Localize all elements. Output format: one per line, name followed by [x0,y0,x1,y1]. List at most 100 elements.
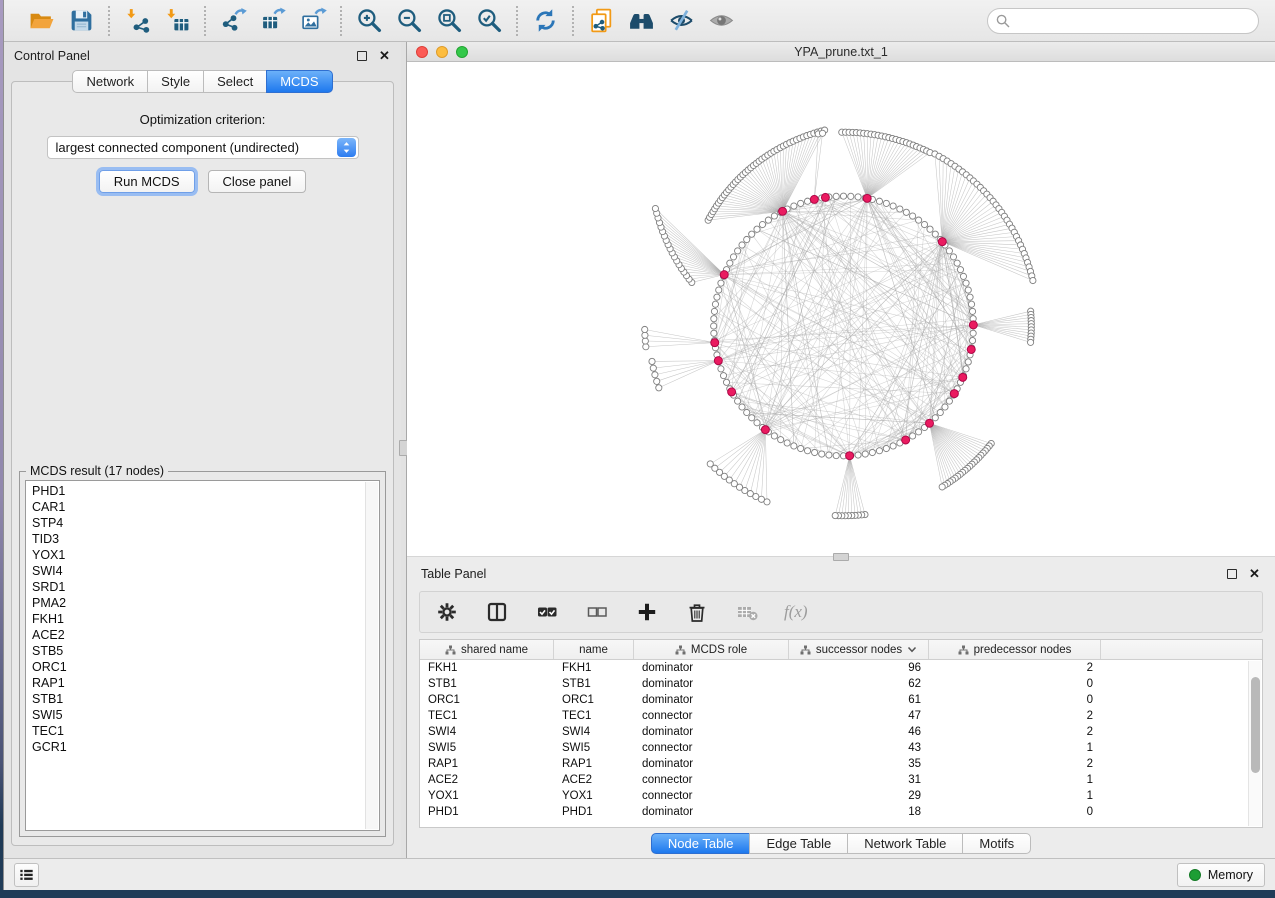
mcds-result-item[interactable]: CAR1 [32,499,379,515]
table-row[interactable]: PHD1PHD1dominator180 [420,804,1262,820]
save-button[interactable] [66,6,96,36]
mcds-result-item[interactable]: SRD1 [32,579,379,595]
task-history-button[interactable] [14,863,39,887]
float-table-panel-icon[interactable] [1225,568,1238,581]
mcds-result-item[interactable]: TID3 [32,531,379,547]
mcds-result-item[interactable]: ACE2 [32,627,379,643]
tab-network[interactable]: Network [72,70,148,93]
split-view-button[interactable] [484,599,510,625]
zoom-selected-button[interactable] [474,6,504,36]
table-scrollbar-thumb[interactable] [1251,677,1260,773]
table-cell: TEC1 [420,710,554,722]
table-row[interactable]: RAP1RAP1dominator352 [420,756,1262,772]
table-row[interactable]: YOX1YOX1connector291 [420,788,1262,804]
control-panel: Control Panel ✕ NetworkStyleSelectMCDS O… [4,42,401,858]
show-all-button[interactable] [706,6,736,36]
search-input[interactable] [987,8,1259,34]
table-toolbar: f(x) [419,591,1263,633]
import-table-button[interactable] [162,6,192,36]
zoom-in-button[interactable] [354,6,384,36]
table-cell: dominator [634,694,789,706]
zoom-fit-icon [436,7,463,34]
table-scrollbar[interactable] [1248,661,1261,826]
open-button[interactable] [26,6,56,36]
function-builder-button[interactable]: f(x) [784,602,808,622]
add-column-button[interactable] [634,599,660,625]
deselect-all-button[interactable] [584,599,610,625]
table-cell: 31 [789,774,929,786]
right-column: YPA_prune.txt_1 Table Panel ✕ [407,42,1275,858]
table-cell: connector [634,790,789,802]
network-graph[interactable] [407,62,1275,556]
column-header-name[interactable]: name [554,640,634,659]
mcds-result-item[interactable]: RAP1 [32,675,379,691]
table-row[interactable]: ACE2ACE2connector311 [420,772,1262,788]
mcds-result-item[interactable]: SWI5 [32,707,379,723]
column-header-successor-nodes[interactable]: successor nodes [789,640,929,659]
table-row[interactable]: TEC1TEC1connector472 [420,708,1262,724]
table-row[interactable]: FKH1FKH1dominator962 [420,660,1262,676]
table-cell: ACE2 [420,774,554,786]
import-network-button[interactable] [122,6,152,36]
close-panel-button[interactable]: Close panel [208,170,307,193]
tab-motifs[interactable]: Motifs [962,833,1031,854]
column-header-predecessor-nodes[interactable]: predecessor nodes [929,640,1101,659]
column-label: shared name [461,644,528,656]
clone-network-button[interactable] [586,6,616,36]
panel-splitter-horizontal[interactable] [833,553,849,561]
mcds-result-item[interactable]: FKH1 [32,611,379,627]
mcds-result-list[interactable]: PHD1CAR1STP4TID3YOX1SWI4SRD1PMA2FKH1ACE2… [25,480,380,831]
column-header-MCDS-role[interactable]: MCDS role [634,640,789,659]
zoom-fit-button[interactable] [434,6,464,36]
tab-edge-table[interactable]: Edge Table [749,833,848,854]
close-panel-icon[interactable]: ✕ [378,50,391,63]
export-table-button[interactable] [258,6,288,36]
memory-label: Memory [1208,868,1253,882]
zoom-out-button[interactable] [394,6,424,36]
tab-node-table[interactable]: Node Table [651,833,751,854]
network-view-canvas[interactable] [407,62,1275,556]
float-window-icon[interactable] [355,50,368,63]
toolbar-group [204,6,340,36]
mcds-result-item[interactable]: PMA2 [32,595,379,611]
delete-table-icon [736,601,758,623]
mcds-result-title: MCDS result (17 nodes) [26,464,168,478]
hide-selected-icon [668,7,695,34]
export-image-button[interactable] [298,6,328,36]
mcds-result-item[interactable]: STB5 [32,643,379,659]
search-binoculars-button[interactable] [626,6,656,36]
table-row[interactable]: SWI5SWI5connector431 [420,740,1262,756]
mcds-result-item[interactable]: STB1 [32,691,379,707]
mcds-result-item[interactable]: SWI4 [32,563,379,579]
memory-button[interactable]: Memory [1177,863,1265,887]
column-header-shared-name[interactable]: shared name [420,640,554,659]
delete-table-button[interactable] [734,599,760,625]
table-row[interactable]: STB1STB1dominator620 [420,676,1262,692]
mcds-result-item[interactable]: ORC1 [32,659,379,675]
mcds-result-item[interactable]: TEC1 [32,723,379,739]
tab-network-table[interactable]: Network Table [847,833,963,854]
optimization-criterion-select[interactable]: largest connected component (undirected) [47,136,359,159]
search-icon [996,14,1010,28]
hide-selected-button[interactable] [666,6,696,36]
mcds-result-item[interactable]: YOX1 [32,547,379,563]
settings-button[interactable] [434,599,460,625]
close-table-panel-icon[interactable]: ✕ [1248,568,1261,581]
table-cell: 96 [789,662,929,674]
tab-style[interactable]: Style [147,70,204,93]
tab-select[interactable]: Select [203,70,267,93]
tab-mcds[interactable]: MCDS [266,70,332,93]
table-row[interactable]: ORC1ORC1dominator610 [420,692,1262,708]
mcds-result-item[interactable]: GCR1 [32,739,379,755]
mcds-result-item[interactable]: STP4 [32,515,379,531]
mcds-result-item[interactable]: PHD1 [32,483,379,499]
select-all-button[interactable] [534,599,560,625]
table-row[interactable]: SWI4SWI4dominator462 [420,724,1262,740]
refresh-button[interactable] [530,6,560,36]
export-network-button[interactable] [218,6,248,36]
delete-column-button[interactable] [684,599,710,625]
memory-status-icon [1189,869,1201,881]
mcds-list-scrollbar[interactable] [365,482,378,829]
run-mcds-button[interactable]: Run MCDS [99,170,195,193]
column-label: predecessor nodes [974,644,1072,656]
